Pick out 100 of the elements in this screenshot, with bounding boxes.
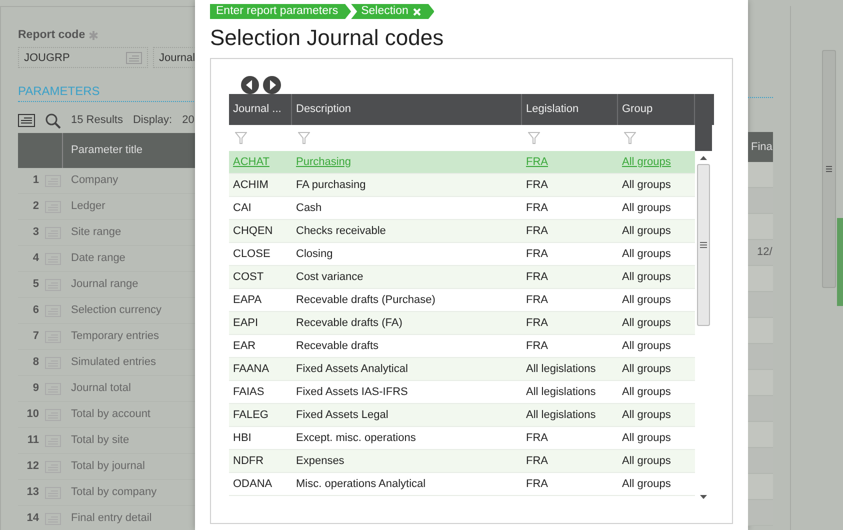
row-number: 3 [32,225,40,240]
scrollbar[interactable] [822,50,836,288]
table-cell-text: FRA [525,338,549,354]
parameter-title: Total by journal [70,459,145,474]
table-cell-text: FRA [525,430,549,446]
table-row[interactable]: CHQEN Checks receivable FRA All groups [229,220,695,243]
table-cell-text: ODANA [232,476,274,492]
parameter-title: Total by site [70,433,130,448]
table-cell-text: FRA [525,270,549,285]
table-cell-text: All groups [621,384,672,400]
table-row[interactable]: FAANA Fixed Assets Analytical All legislations All groups [229,358,695,381]
filter-icon[interactable] [298,132,310,144]
table-cell-text: All groups [621,338,672,354]
list-icon[interactable] [18,114,35,127]
table-cell-text: COST [232,270,265,285]
row-number: 8 [32,355,40,370]
grip-icon[interactable] [826,166,832,172]
table-cell-text: FALEG [232,408,270,423]
table-row[interactable]: FALEG Fixed Assets Legal All legislations All groups [229,404,695,427]
table-cell-text: All legislations [525,384,597,400]
down-arrow-icon[interactable] [700,495,707,499]
dialog-title: Selection Journal codes [210,24,445,52]
table-cell-text: All groups [621,476,672,492]
table-cell-text: All legislations [525,362,597,377]
parameter-title: Total by account [70,407,150,422]
row-number: 14 [26,511,40,526]
table-cell-text: CAI [232,200,252,216]
table-cell-text: FRA [525,316,549,331]
display-label: Display: [132,113,172,128]
table-row[interactable]: ODANA Misc. operations Analytical FRA All groups [229,473,695,496]
table-cell-text: Recevable drafts [295,338,380,354]
table-cell-text: EAPI [232,316,260,331]
parameter-title: Simulated entries [70,355,156,370]
table-cell-text: All groups [621,178,672,193]
filter-icon[interactable] [235,132,247,144]
table-cell-text: Recevable drafts (Purchase) [295,292,436,308]
table-cell-text: FRA [525,454,549,469]
table-cell-text: FAANA [232,362,270,377]
column-header[interactable]: Group [618,94,695,125]
column-header: Fina [748,132,773,162]
parameter-title: Journal total [70,381,131,396]
parameter-title: Journal range [70,277,138,292]
table-cell-text: FRA [525,476,549,492]
table-cell-text: All groups [621,270,672,285]
column-header[interactable]: Legislation [522,94,618,125]
table-row [748,370,773,396]
table-row [748,474,773,500]
table-row[interactable]: EAPI Recevable drafts (FA) FRA All groups [229,312,695,335]
table-row [748,422,773,448]
table-cell-text: Cost variance [295,270,364,285]
table-row[interactable]: NDFR Expenses FRA All groups [229,450,695,473]
up-arrow-icon[interactable] [700,156,707,160]
parameter-title: Ledger [70,199,106,214]
row-number: 6 [32,303,40,318]
table-cell-text: FRA [525,292,549,308]
column-header[interactable]: Journal ... [229,94,292,125]
display-value[interactable]: 20 [182,112,194,129]
table-cell-text: All groups [621,454,672,469]
table-cell-text: All groups [621,292,672,308]
table-cell-text: All groups [621,362,672,377]
row-number: 13 [26,485,40,500]
table-cell-text: EAPA [232,292,263,308]
table-cell-text: Fixed Assets Legal [295,408,390,423]
row-number: 4 [32,251,40,266]
table-cell-text: Recevable drafts (FA) [295,316,404,331]
close-icon[interactable] [413,8,422,16]
table-cell-text: FA purchasing [295,178,367,193]
search-icon[interactable] [45,112,61,128]
side-tab[interactable] [837,218,843,306]
table-cell-text: All groups [621,430,672,446]
table-cell-text: All groups [621,224,672,239]
row-number: 1 [32,173,40,188]
grip-icon[interactable] [700,242,707,248]
table-row[interactable]: COST Cost variance FRA All groups [229,266,695,289]
table-cell-text: EAR [232,338,257,354]
table-cell-text: NDFR [232,454,265,469]
table-cell-text: FRA [525,246,549,262]
filter-icon[interactable] [624,132,636,144]
table-cell-text: All groups [621,246,672,262]
table-cell-text: FRA [525,200,549,216]
table-row [748,162,773,188]
table-cell-text: Cash [295,200,323,216]
table-cell-text: Misc. operations Analytical [295,476,427,492]
filter-icon[interactable] [528,132,540,144]
row-number: 12 [26,459,40,474]
field-label: Report code [18,28,86,43]
parameter-title: Site range [70,225,122,240]
column-header[interactable]: Description [292,94,522,125]
row-number: 11 [26,433,40,448]
row-number: 7 [32,329,40,344]
report-code-field[interactable]: JOUGRP [18,47,148,68]
table-cell-text: CLOSE [232,246,272,262]
table-row [748,318,773,344]
table-row[interactable]: ACHIM FA purchasing FRA All groups [229,174,695,197]
results-count: 15 Results [71,113,123,128]
column-header: Parameter title [70,143,143,158]
table-cell-text: All groups [621,408,672,423]
table-cell-text: All legislations [525,408,597,423]
table-cell-text: FAIAS [232,384,266,400]
table-cell-text: CHQEN [232,224,274,239]
